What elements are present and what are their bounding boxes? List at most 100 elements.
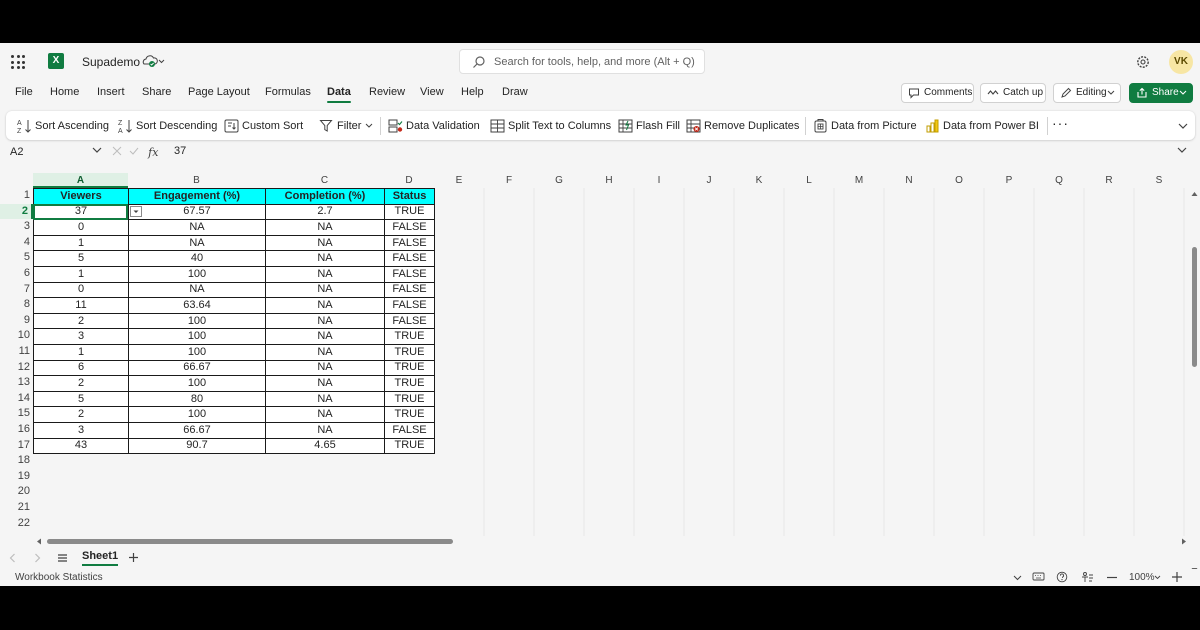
tab-file[interactable]: File xyxy=(15,86,33,98)
cloud-saved-icon[interactable] xyxy=(141,53,165,69)
cell-viewers[interactable]: 0 xyxy=(33,281,129,299)
cell-engagement[interactable]: NA xyxy=(128,234,266,252)
header-cell-engagement[interactable]: Engagement (%) xyxy=(128,188,266,205)
cell-engagement[interactable]: 100 xyxy=(128,265,266,283)
data-from-power-bi-button[interactable]: Data from Power BI xyxy=(925,118,1039,134)
cell-status[interactable]: FALSE xyxy=(384,234,435,252)
column-header-h[interactable]: H xyxy=(584,173,634,188)
chevron-down-icon[interactable] xyxy=(1013,575,1022,581)
expand-formula-bar-chevron-icon[interactable] xyxy=(1177,147,1187,154)
column-header-l[interactable]: L xyxy=(784,173,834,188)
flash-fill-button[interactable]: Flash Fill xyxy=(618,118,680,134)
settings-gear-icon[interactable] xyxy=(1135,54,1151,70)
cell-completion[interactable]: NA xyxy=(265,343,385,361)
cell-status[interactable]: FALSE xyxy=(384,250,435,267)
row-header-15[interactable]: 15 xyxy=(0,406,33,422)
row-header-20[interactable]: 20 xyxy=(0,484,33,500)
cell-viewers[interactable]: 5 xyxy=(33,250,129,267)
cell-completion[interactable]: NA xyxy=(265,328,385,345)
column-header-n[interactable]: N xyxy=(884,173,934,188)
column-header-d[interactable]: D xyxy=(384,173,434,188)
row-header-22[interactable]: 22 xyxy=(0,516,33,532)
vertical-scroll-thumb[interactable] xyxy=(1192,247,1197,367)
more-options-button[interactable]: ··· xyxy=(1052,115,1069,131)
zoom-level[interactable]: 100% xyxy=(1129,572,1155,583)
cell-engagement[interactable]: 40 xyxy=(128,250,266,267)
cell-viewers[interactable]: 2 xyxy=(33,312,129,330)
zoom-dropdown-chevron-icon[interactable] xyxy=(1154,575,1161,580)
tab-draw[interactable]: Draw xyxy=(502,86,528,98)
column-header-c[interactable]: C xyxy=(265,173,384,188)
cell-completion[interactable]: 4.65 xyxy=(265,437,385,455)
vertical-scrollbar[interactable] xyxy=(1189,189,1200,572)
cell-viewers[interactable]: 3 xyxy=(33,328,129,345)
row-header-8[interactable]: 8 xyxy=(0,297,33,313)
cell-status[interactable]: FALSE xyxy=(384,281,435,299)
header-cell-status[interactable]: Status xyxy=(384,188,435,205)
column-header-j[interactable]: J xyxy=(684,173,734,188)
cell-completion[interactable]: 2.7 xyxy=(265,203,385,221)
filter-button[interactable]: Filter xyxy=(319,118,373,134)
cell-completion[interactable]: NA xyxy=(265,265,385,283)
cell-viewers[interactable]: 1 xyxy=(33,234,129,252)
help-question-icon[interactable] xyxy=(1056,571,1068,583)
workbook-statistics-link[interactable]: Workbook Statistics xyxy=(15,572,103,583)
cell-engagement[interactable]: 66.67 xyxy=(128,421,266,439)
split-text-to-columns-button[interactable]: Split Text to Columns xyxy=(490,118,611,134)
row-header-17[interactable]: 17 xyxy=(0,438,33,454)
row-header-19[interactable]: 19 xyxy=(0,469,33,485)
row-header-14[interactable]: 14 xyxy=(0,391,33,407)
insert-function-icon[interactable]: fx xyxy=(148,146,158,159)
cell-completion[interactable]: NA xyxy=(265,297,385,314)
catch-up-button[interactable]: Catch up xyxy=(980,83,1046,103)
cell-completion[interactable]: NA xyxy=(265,219,385,236)
cell-engagement[interactable]: 100 xyxy=(128,406,266,423)
column-header-m[interactable]: M xyxy=(834,173,884,188)
comments-button[interactable]: Comments xyxy=(901,83,974,103)
row-header-6[interactable]: 6 xyxy=(0,266,33,282)
remove-duplicates-button[interactable]: Remove Duplicates xyxy=(686,118,799,134)
cell-completion[interactable]: NA xyxy=(265,375,385,392)
user-avatar[interactable]: VK xyxy=(1169,50,1193,74)
column-header-q[interactable]: Q xyxy=(1034,173,1084,188)
cell-engagement[interactable]: 67.57 xyxy=(128,203,266,221)
header-cell-viewers[interactable]: Viewers xyxy=(33,188,129,205)
row-header-16[interactable]: 16 xyxy=(0,422,33,438)
sort-descending-button[interactable]: ZA Sort Descending xyxy=(118,118,217,134)
cell-completion[interactable]: NA xyxy=(265,421,385,439)
cell-viewers[interactable]: 1 xyxy=(33,343,129,361)
row-header-5[interactable]: 5 xyxy=(0,250,33,266)
cell-viewers[interactable]: 43 xyxy=(33,437,129,455)
share-button[interactable]: Share xyxy=(1129,83,1193,103)
column-header-k[interactable]: K xyxy=(734,173,784,188)
cell-completion[interactable]: NA xyxy=(265,390,385,408)
cell-status[interactable]: TRUE xyxy=(384,328,435,345)
cell-engagement[interactable]: 90.7 xyxy=(128,437,266,455)
data-validation-button[interactable]: Data Validation xyxy=(388,118,480,134)
data-from-picture-button[interactable]: Data from Picture xyxy=(813,118,917,134)
tab-review[interactable]: Review xyxy=(369,86,405,98)
tab-view[interactable]: View xyxy=(420,86,444,98)
tab-formulas[interactable]: Formulas xyxy=(265,86,311,98)
cell-engagement[interactable]: 100 xyxy=(128,343,266,361)
column-header-f[interactable]: F xyxy=(484,173,534,188)
cell-viewers[interactable]: 0 xyxy=(33,219,129,236)
accessibility-icon[interactable] xyxy=(1081,571,1094,583)
column-header-p[interactable]: P xyxy=(984,173,1034,188)
cell-viewers[interactable]: 37 xyxy=(33,203,129,221)
cell-status[interactable]: TRUE xyxy=(384,359,435,377)
row-header-10[interactable]: 10 xyxy=(0,328,33,344)
column-header-s[interactable]: S xyxy=(1134,173,1184,188)
name-box[interactable]: A2 xyxy=(6,143,104,161)
column-header-b[interactable]: B xyxy=(128,173,265,188)
cell-engagement[interactable]: 63.64 xyxy=(128,297,266,314)
cell-completion[interactable]: NA xyxy=(265,359,385,377)
cell-engagement[interactable]: 100 xyxy=(128,375,266,392)
cell-engagement[interactable]: 100 xyxy=(128,312,266,330)
sheet-tab-sheet1[interactable]: Sheet1 xyxy=(82,550,119,566)
previous-sheet-chevron-icon[interactable] xyxy=(9,553,16,563)
cell-status[interactable]: TRUE xyxy=(384,375,435,392)
cell-completion[interactable]: NA xyxy=(265,406,385,423)
horizontal-scrollbar[interactable] xyxy=(33,536,1189,546)
cell-status[interactable]: TRUE xyxy=(384,437,435,455)
